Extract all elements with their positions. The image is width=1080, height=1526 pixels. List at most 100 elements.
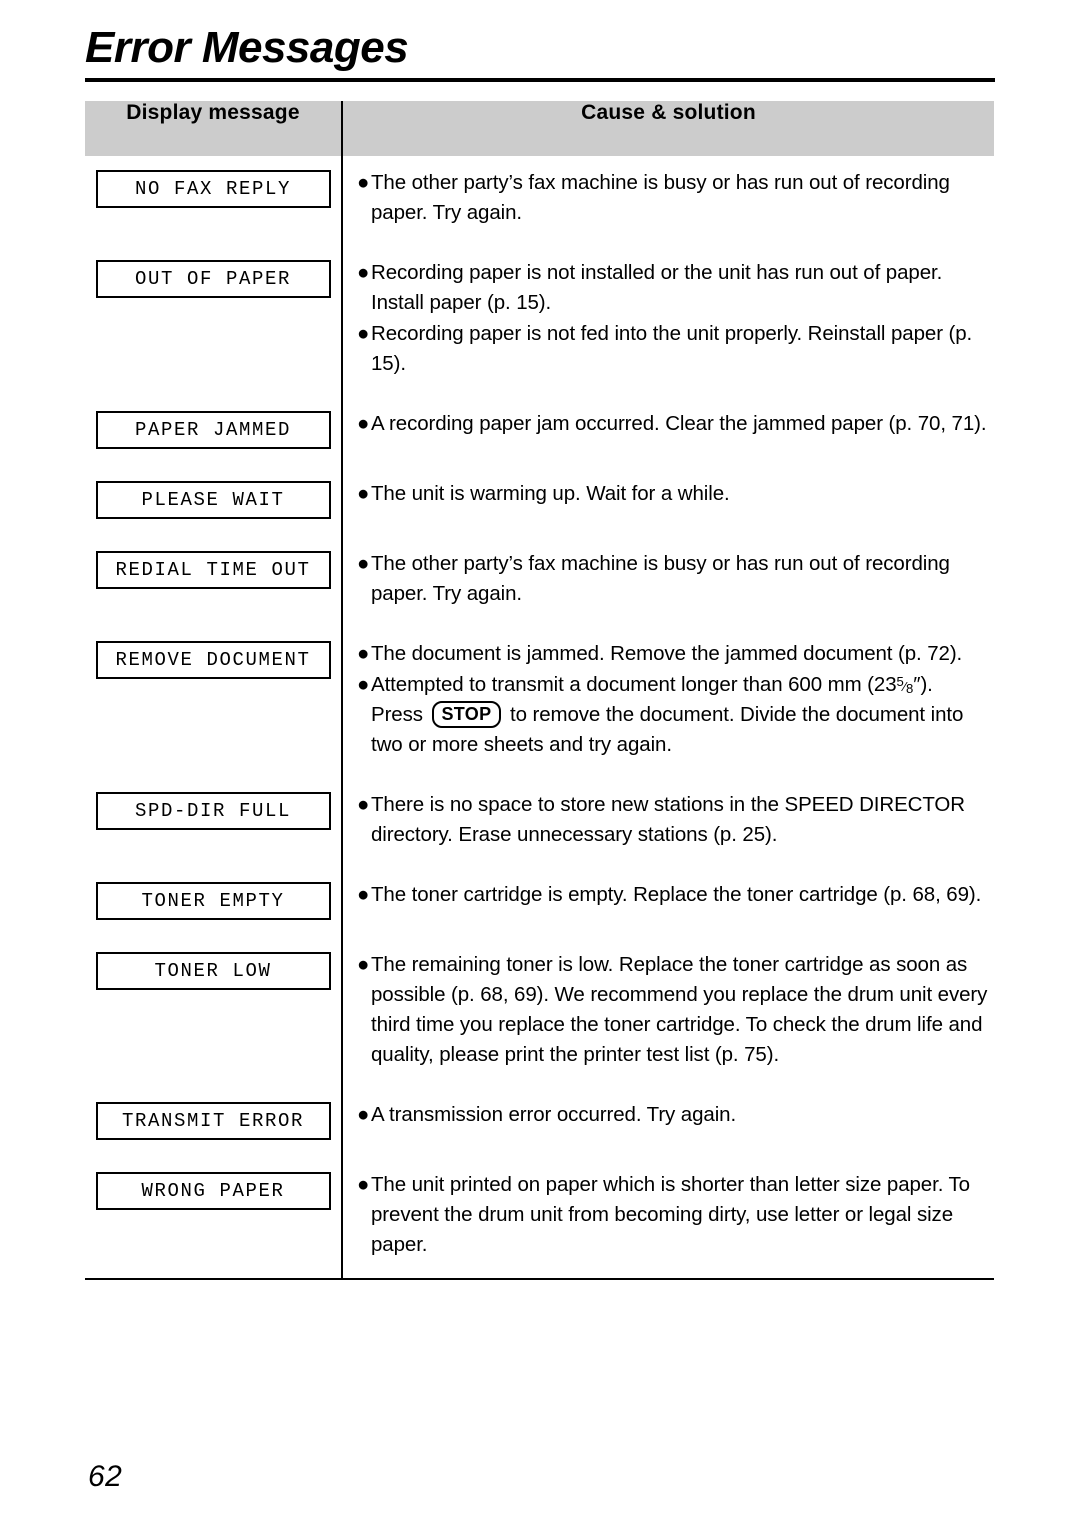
- lcd-display-text: TONER EMPTY: [141, 889, 285, 912]
- bullet-icon: ●: [357, 793, 370, 816]
- bullet-icon: ●: [357, 552, 370, 575]
- cause-list-item: ● The unit is warming up. Wait for a whil…: [357, 479, 990, 509]
- lcd-display-box: WRONG PAPER: [95, 1172, 331, 1210]
- cause-solution-cell: ● The other party’s fax machine is busy o…: [342, 156, 994, 246]
- bullet-icon: ●: [357, 642, 370, 665]
- cause-list: ● A transmission error occurred. Try agai…: [357, 1100, 990, 1130]
- bullet-icon: ●: [357, 171, 370, 194]
- cause-text: The toner cartridge is empty. Replace th…: [371, 883, 982, 906]
- lcd-display-box: OUT OF PAPER: [95, 260, 331, 298]
- table-row: OUT OF PAPER ● Recording paper is not inst…: [85, 246, 994, 397]
- display-message-cell: NO FAX REPLY: [85, 156, 343, 246]
- display-message-cell: TONER EMPTY: [85, 868, 343, 938]
- page-title: Error Messages: [85, 23, 409, 72]
- bullet-icon: ●: [357, 482, 370, 505]
- cause-list: ● The toner cartridge is empty. Replace t…: [357, 880, 990, 910]
- lcd-display-box: REDIAL TIME OUT: [95, 551, 331, 589]
- cause-solution-cell: ● The unit is warming up. Wait for a whil…: [342, 467, 994, 537]
- lcd-display-box: TONER LOW: [95, 952, 331, 990]
- cause-text: A transmission error occurred. Try again…: [371, 1103, 737, 1126]
- cause-list-item: ● The other party’s fax machine is busy o…: [357, 549, 990, 609]
- title-underline-rule: [85, 78, 995, 82]
- lcd-display-text: NO FAX REPLY: [134, 177, 292, 200]
- bullet-icon: ●: [357, 261, 370, 284]
- display-message-cell: WRONG PAPER: [85, 1158, 343, 1280]
- cause-list-item: ● Recording paper is not fed into the uni…: [357, 319, 990, 379]
- table-row: PAPER JAMMED ● A recording paper jam occur…: [85, 397, 994, 467]
- cause-solution-cell: ● The document is jammed. Remove the jamm…: [342, 627, 994, 778]
- cause-solution-cell: ● The unit printed on paper which is shor…: [342, 1158, 994, 1280]
- bullet-icon: ●: [357, 412, 370, 435]
- lcd-display-text: SPD-DIR FULL: [134, 799, 292, 822]
- cause-list: ● The unit printed on paper which is shor…: [357, 1170, 990, 1260]
- lcd-display-text: WRONG PAPER: [141, 1179, 285, 1202]
- table-header: Display message Cause & solution: [85, 101, 994, 156]
- cause-list-item: ● Recording paper is not installed or the…: [357, 258, 990, 318]
- table-row: SPD-DIR FULL ● There is no space to store …: [85, 778, 994, 868]
- cause-list: ● The document is jammed. Remove the jamm…: [357, 639, 990, 760]
- cause-list: ● The unit is warming up. Wait for a whil…: [357, 479, 990, 509]
- cause-list-item: ● A recording paper jam occurred. Clear t…: [357, 409, 990, 439]
- bullet-icon: ●: [357, 883, 370, 906]
- lcd-display-box: REMOVE DOCUMENT: [95, 641, 331, 679]
- display-message-cell: PAPER JAMMED: [85, 397, 343, 467]
- error-messages-table: Display message Cause & solution NO FAX …: [85, 101, 994, 1280]
- manual-page: Error Messages Display message Cause & s…: [0, 0, 1080, 1526]
- display-message-cell: REMOVE DOCUMENT: [85, 627, 343, 778]
- cause-solution-cell: ● The other party’s fax machine is busy o…: [342, 537, 994, 627]
- cause-text: The remaining toner is low. Replace the …: [371, 953, 988, 1066]
- table-body: NO FAX REPLY ● The other party’s fax machi…: [85, 156, 994, 1280]
- fraction-numerator: 5: [896, 674, 904, 690]
- display-message-cell: PLEASE WAIT: [85, 467, 343, 537]
- table-row: WRONG PAPER ● The unit printed on paper wh…: [85, 1158, 994, 1280]
- table-row: TRANSMIT ERROR ● A transmission error occu…: [85, 1088, 994, 1158]
- table-row: REMOVE DOCUMENT ● The document is jammed. …: [85, 627, 994, 778]
- table-row: NO FAX REPLY ● The other party’s fax machi…: [85, 156, 994, 246]
- cause-text: The document is jammed. Remove the jamme…: [371, 642, 963, 665]
- table-row: REDIAL TIME OUT ● The other party’s fax ma…: [85, 537, 994, 627]
- lcd-display-text: TONER LOW: [154, 959, 272, 982]
- lcd-display-text: REDIAL TIME OUT: [115, 558, 311, 581]
- cause-text: A recording paper jam occurred. Clear th…: [371, 412, 987, 435]
- cause-list-item: ● The other party’s fax machine is busy o…: [357, 168, 990, 228]
- table-row: TONER LOW ● The remaining toner is low. Re…: [85, 938, 994, 1088]
- cause-list: ● The other party’s fax machine is busy o…: [357, 549, 990, 609]
- cause-text: Attempted to transmit a document longer …: [371, 673, 964, 756]
- cause-list-item: ● There is no space to store new stations…: [357, 790, 990, 850]
- lcd-display-text: REMOVE DOCUMENT: [115, 648, 311, 671]
- fraction-five-eighths: 5⁄8: [897, 675, 914, 695]
- cause-list-item: ● Attempted to transmit a document longer…: [357, 670, 990, 760]
- lcd-display-box: TRANSMIT ERROR: [95, 1102, 331, 1140]
- lcd-display-box: TONER EMPTY: [95, 882, 331, 920]
- column-header-display-message: Display message: [85, 101, 343, 156]
- cause-text: The other party’s fax machine is busy or…: [371, 552, 950, 605]
- stop-key-graphic: STOP: [431, 701, 502, 728]
- lcd-display-box: SPD-DIR FULL: [95, 792, 331, 830]
- cause-list: ● The remaining toner is low. Replace the…: [357, 950, 990, 1070]
- cause-list: ● There is no space to store new stations…: [357, 790, 990, 850]
- lcd-display-text: PAPER JAMMED: [134, 418, 292, 441]
- cause-text: The other party’s fax machine is busy or…: [371, 171, 950, 224]
- cause-list: ● The other party’s fax machine is busy o…: [357, 168, 990, 228]
- cause-solution-cell: ● The toner cartridge is empty. Replace t…: [342, 868, 994, 938]
- cause-list-item: ● The remaining toner is low. Replace the…: [357, 950, 990, 1070]
- cause-list: ● Recording paper is not installed or the…: [357, 258, 990, 379]
- display-message-cell: REDIAL TIME OUT: [85, 537, 343, 627]
- page-header: Error Messages: [85, 22, 995, 82]
- cause-text: There is no space to store new stations …: [371, 793, 965, 846]
- bullet-icon: ●: [357, 953, 370, 976]
- cause-solution-cell: ● A recording paper jam occurred. Clear t…: [342, 397, 994, 467]
- table-row: PLEASE WAIT ● The unit is warming up. Wait…: [85, 467, 994, 537]
- lcd-display-box: NO FAX REPLY: [95, 170, 331, 208]
- page-number: 62: [88, 1460, 123, 1493]
- display-message-cell: TONER LOW: [85, 938, 343, 1088]
- cause-list-item: ● The unit printed on paper which is shor…: [357, 1170, 990, 1260]
- bullet-icon: ●: [357, 322, 370, 345]
- lcd-display-box: PLEASE WAIT: [95, 481, 331, 519]
- lcd-display-text: TRANSMIT ERROR: [121, 1109, 305, 1132]
- cause-solution-cell: ● The remaining toner is low. Replace the…: [342, 938, 994, 1088]
- cause-solution-cell: ● A transmission error occurred. Try agai…: [342, 1088, 994, 1158]
- lcd-display-text: OUT OF PAPER: [134, 267, 292, 290]
- column-header-cause-solution: Cause & solution: [342, 101, 994, 156]
- cause-text: The unit printed on paper which is short…: [371, 1173, 970, 1256]
